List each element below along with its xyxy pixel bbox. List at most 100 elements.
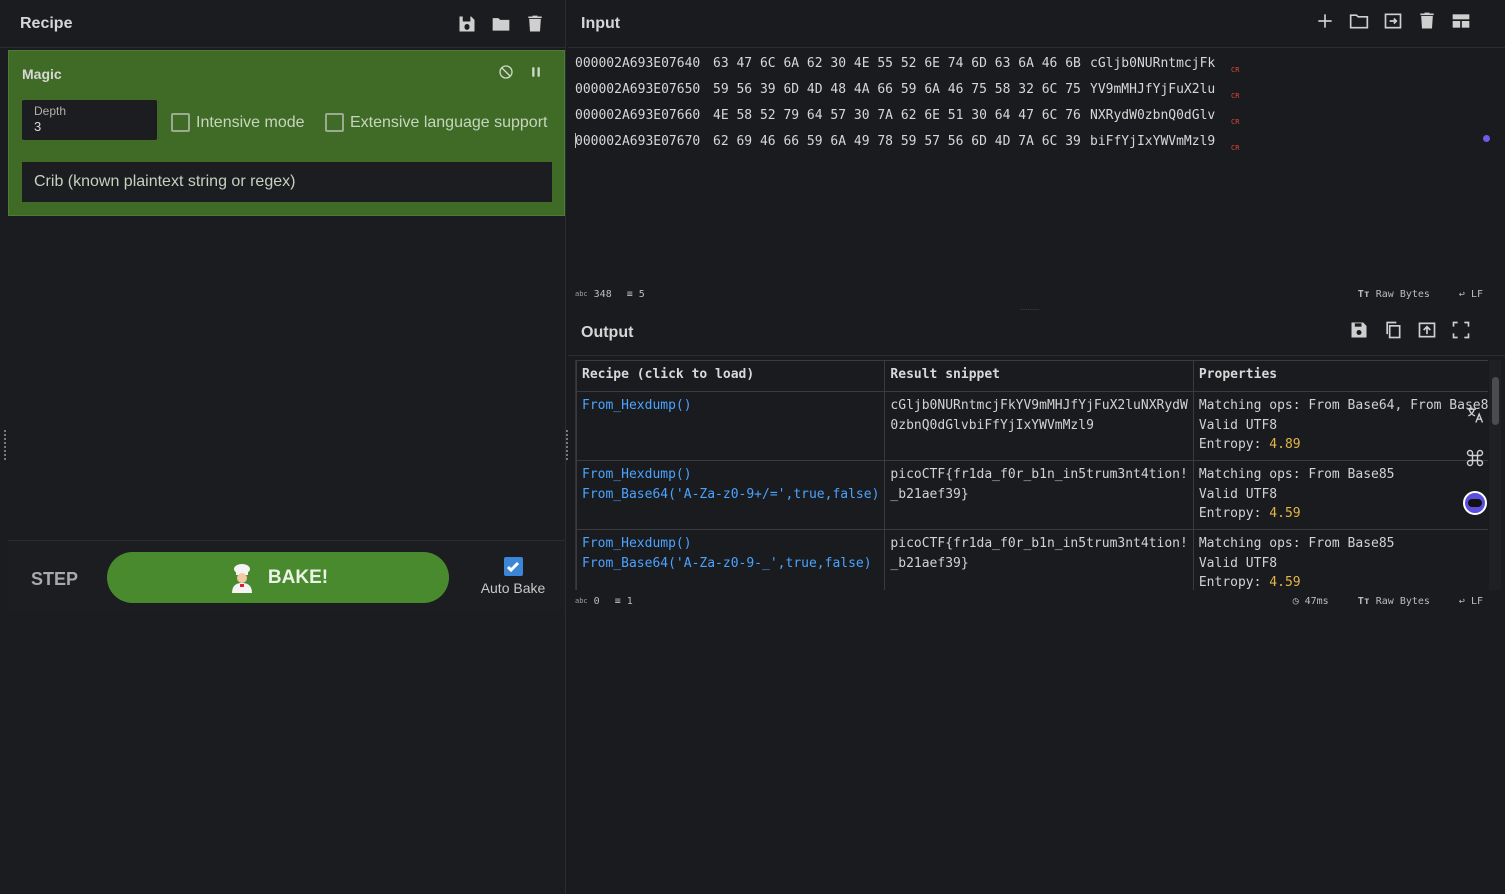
snippet-line: picoCTF{fr1da_f0r_b1n_in5trum3nt4tion!: [890, 536, 1188, 551]
add-tab-icon[interactable]: [1315, 11, 1335, 36]
output-length-value: 0: [593, 595, 600, 607]
pause-breakpoint-icon[interactable]: [528, 64, 544, 85]
snippet-line: cGljb0NURntmcjFkYV9mMHJfYjFuX2luNXRydW: [890, 398, 1188, 413]
recipe-link[interactable]: From_Base64('A-Za-z0-9-_',true,false): [582, 554, 879, 574]
table-header-row: Recipe (click to load) Result snippet Pr…: [576, 360, 1488, 392]
recipe-link[interactable]: From_Hexdump(): [582, 534, 879, 554]
input-eol-value: LF: [1470, 288, 1483, 300]
entropy-value: 4.89: [1269, 437, 1301, 452]
output-encoding[interactable]: Tт Raw Bytes: [1358, 596, 1430, 607]
snippet-cell: picoCTF{fr1da_f0r_b1n_in5trum3nt4tion! _…: [884, 529, 1194, 590]
output-eol[interactable]: ↩ LF: [1459, 596, 1483, 607]
snippet-line: _b21aef39}: [890, 486, 969, 502]
auto-bake-label: Auto Bake: [480, 580, 546, 596]
entropy-label: Entropy:: [1198, 506, 1262, 521]
extension-dot-icon[interactable]: [1483, 135, 1490, 142]
layout-toggle-icon[interactable]: [1451, 11, 1471, 36]
entropy-label: Entropy:: [1198, 575, 1262, 590]
entropy-label: Entropy:: [1198, 437, 1262, 452]
eol-arrow-icon: ↩: [1458, 595, 1465, 607]
input-encoding-value: Raw Bytes: [1375, 288, 1430, 300]
output-encoding-value: Raw Bytes: [1375, 595, 1430, 607]
save-output-icon[interactable]: [1349, 320, 1369, 345]
recipe-header: Recipe: [0, 0, 565, 48]
recipe-cell: From_Hexdump() From_Base64('A-Za-z0-9+/=…: [576, 460, 886, 530]
copy-output-icon[interactable]: [1383, 320, 1403, 345]
command-key-icon[interactable]: [1465, 448, 1485, 473]
auto-bake-checkbox[interactable]: [503, 557, 523, 576]
input-encoding[interactable]: Tт Raw Bytes: [1358, 289, 1430, 300]
length-icon: abc: [575, 290, 588, 298]
input-eol[interactable]: ↩ LF: [1459, 289, 1483, 300]
hex-line: 000002A693E07660 4E 58 52 79 64 57 30 7A…: [575, 106, 1239, 132]
clock-icon: ◷: [1292, 595, 1299, 607]
bake-time: ◷ 47ms: [1293, 596, 1329, 607]
save-recipe-icon[interactable]: [457, 14, 477, 34]
disable-operation-icon[interactable]: [498, 64, 514, 85]
snippet-cell: cGljb0NURntmcjFkYV9mMHJfYjFuX2luNXRydW 0…: [884, 391, 1194, 461]
recipe-cell: From_Hexdump() From_Base64('A-Za-z0-9-_'…: [576, 529, 886, 590]
input-textarea[interactable]: 000002A693E07640 63 47 6C 6A 62 30 4E 55…: [575, 54, 1239, 158]
output-lines-value: 1: [626, 595, 633, 607]
recipe-title: Recipe: [20, 14, 73, 32]
translate-icon[interactable]: [1465, 405, 1485, 430]
depth-field[interactable]: Depth 3: [22, 100, 157, 140]
input-length: abc 348: [575, 289, 612, 300]
step-button[interactable]: STEP: [31, 569, 78, 590]
hex-offset: 000002A693E07650: [575, 82, 701, 97]
lines-icon: ≡: [614, 595, 621, 607]
clear-recipe-trash-icon[interactable]: [525, 14, 545, 34]
hex-offset: 000002A693E07640: [575, 56, 701, 71]
column-header: Properties: [1192, 360, 1488, 392]
text-encoding-icon: Tт: [1357, 595, 1370, 607]
table-row: From_Hexdump() cGljb0NURntmcjFkYV9mMHJfY…: [576, 391, 1488, 461]
hex-line: 000002A693E07650 59 56 39 6D 4D 48 4A 66…: [575, 80, 1239, 106]
output-table-container: Recipe (click to load) Result snippet Pr…: [575, 360, 1488, 590]
checkbox-box[interactable]: [171, 113, 190, 132]
input-length-value: 348: [593, 288, 612, 300]
auto-bake-toggle[interactable]: Auto Bake: [477, 557, 549, 596]
hex-bytes: 4E 58 52 79 64 57 30 7A 62 6E 51 30 64 4…: [713, 108, 1081, 123]
entropy-value: 4.59: [1269, 575, 1301, 590]
output-status-bar: abc 0 ≡ 1 ◷ 47ms Tт Raw Bytes ↩ LF: [568, 591, 1505, 611]
entropy-line: Entropy: 4.59: [1199, 573, 1488, 590]
input-title: Input: [581, 14, 621, 32]
output-scrollbar[interactable]: [1489, 360, 1501, 590]
matching-ops: Matching ops: From Base85: [1198, 536, 1395, 551]
scrollbar-thumb[interactable]: [1492, 377, 1499, 425]
recipe-link[interactable]: From_Hexdump(): [582, 396, 879, 416]
entropy-value: 4.59: [1269, 506, 1301, 521]
output-lines: ≡ 1: [615, 596, 633, 607]
output-pane: Output Recipe (click to load) Result sni…: [568, 310, 1505, 894]
checkbox-box[interactable]: [325, 113, 344, 132]
extensive-language-checkbox[interactable]: Extensive language support: [325, 113, 547, 132]
intensive-mode-checkbox[interactable]: Intensive mode: [171, 113, 305, 132]
clear-input-trash-icon[interactable]: [1417, 11, 1437, 36]
crib-input[interactable]: Crib (known plaintext string or regex): [22, 162, 552, 202]
input-lines: ≡ 5: [627, 289, 645, 300]
left-resize-grip[interactable]: [4, 430, 6, 460]
snippet-line: _b21aef39}: [890, 555, 969, 571]
assistant-bot-icon[interactable]: [1463, 491, 1487, 515]
open-file-folder-icon[interactable]: [1349, 11, 1369, 36]
cr-marker: CR: [1231, 118, 1240, 126]
hex-line: 000002A693E07670 62 69 46 66 59 6A 49 78…: [575, 132, 1239, 158]
matching-ops: Matching ops: From Base85: [1198, 467, 1395, 482]
maximise-output-icon[interactable]: [1451, 320, 1471, 345]
cr-marker: CR: [1231, 92, 1240, 100]
hex-line: 000002A693E07640 63 47 6C 6A 62 30 4E 55…: [575, 54, 1239, 80]
entropy-line: Entropy: 4.89: [1199, 435, 1488, 455]
recipe-link[interactable]: From_Hexdump(): [582, 465, 879, 485]
open-folder-input-icon[interactable]: [1383, 11, 1403, 36]
depth-value: 3: [34, 119, 42, 134]
output-eol-value: LF: [1470, 595, 1483, 607]
bake-button[interactable]: BAKE!: [107, 552, 449, 603]
recipe-cell: From_Hexdump(): [576, 391, 886, 461]
column-header: Result snippet: [884, 360, 1194, 392]
recipe-link[interactable]: From_Base64('A-Za-z0-9+/=',true,false): [582, 485, 879, 505]
chef-icon: [231, 563, 252, 593]
depth-label: Depth: [34, 104, 67, 118]
replace-input-icon[interactable]: [1417, 320, 1437, 345]
text-caret: [575, 133, 576, 148]
load-recipe-folder-icon[interactable]: [491, 14, 511, 34]
